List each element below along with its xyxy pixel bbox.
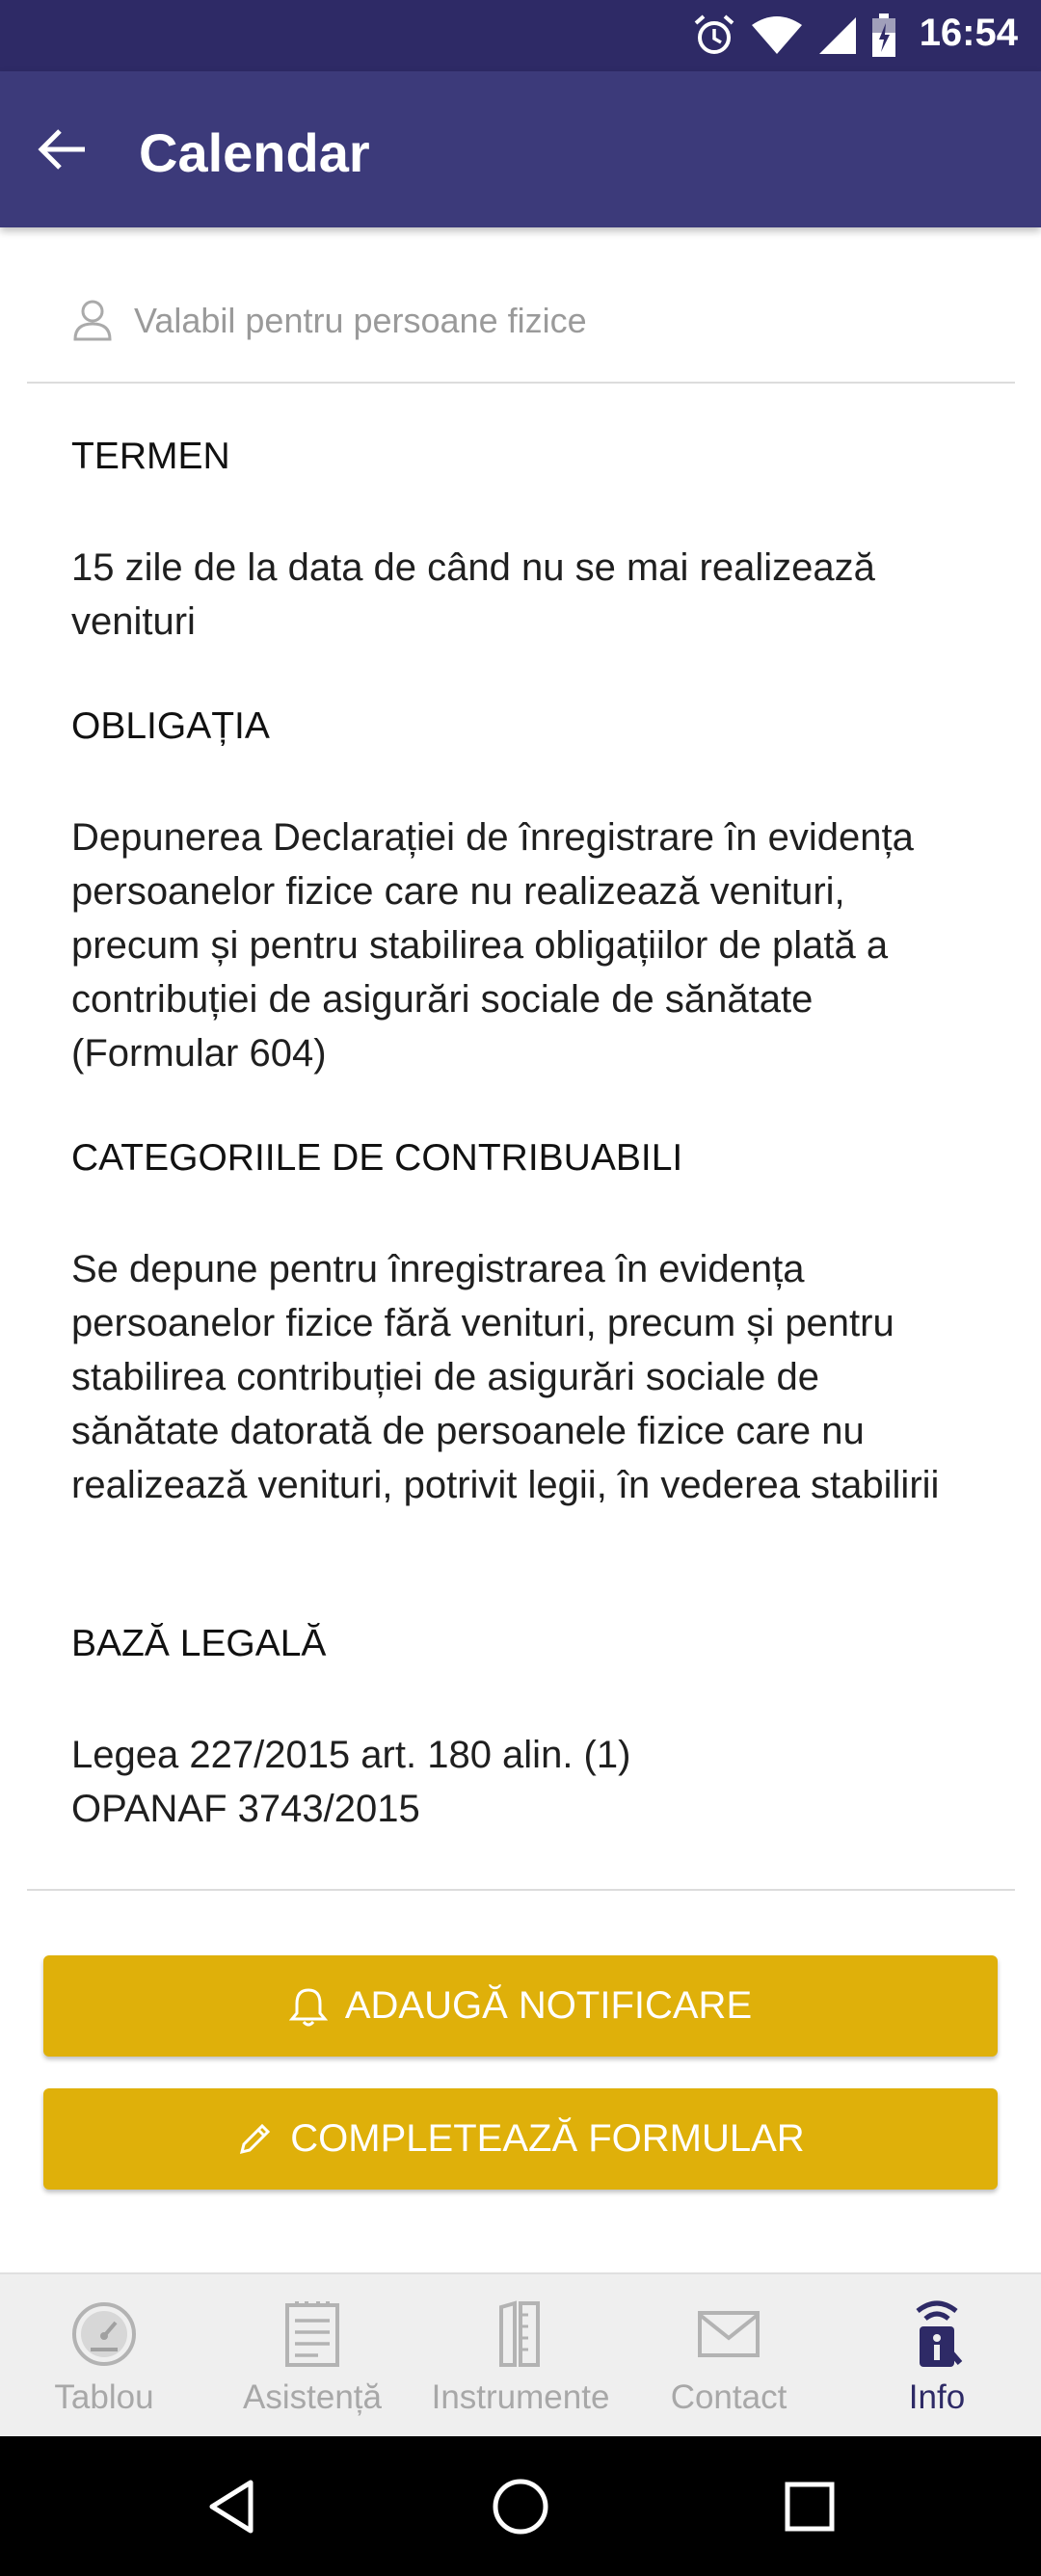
fill-form-label: COMPLETEAZĂ FORMULAR — [290, 2117, 805, 2160]
section-text-baza-legala: Legea 227/2015 art. 180 alin. (1) OPANAF… — [71, 1728, 977, 1836]
nav-label: Info — [908, 2378, 966, 2416]
nav-label: Instrumente — [431, 2378, 610, 2416]
page-title: Calendar — [139, 122, 370, 183]
add-notification-label: ADAUGĂ NOTIFICARE — [344, 1984, 753, 2027]
app-bar: Calendar — [0, 71, 1041, 227]
nav-label: Tablou — [54, 2378, 154, 2416]
pencil-icon — [240, 2123, 271, 2154]
section-heading-baza-legala: BAZĂ LEGALĂ — [71, 1623, 327, 1664]
status-bar: 16:54 — [0, 0, 1041, 71]
fill-form-button[interactable]: COMPLETEAZĂ FORMULAR — [43, 2088, 998, 2190]
signal-icon — [819, 17, 856, 54]
divider — [27, 1889, 1015, 1891]
nav-item-asistenta[interactable]: Asistență — [208, 2274, 416, 2438]
nav-label: Contact — [670, 2378, 787, 2416]
nav-item-info[interactable]: Info — [833, 2274, 1041, 2438]
system-navigation-bar — [0, 2436, 1041, 2576]
dashboard-icon — [72, 2302, 136, 2366]
nav-item-contact[interactable]: Contact — [625, 2274, 833, 2438]
nav-item-tablou[interactable]: Tablou — [0, 2274, 208, 2438]
status-time: 16:54 — [919, 12, 1018, 54]
clipboard-icon — [285, 2301, 339, 2367]
alarm-icon — [694, 14, 734, 54]
section-heading-categorii: CATEGORIILE DE CONTRIBUABILI — [71, 1137, 683, 1179]
section-heading-termen: TERMEN — [71, 436, 230, 477]
applicability-row: Valabil pentru persoane fizice — [27, 285, 1015, 384]
applicability-text: Valabil pentru persoane fizice — [134, 301, 587, 340]
section-text-termen: 15 zile de la data de când nu se mai rea… — [71, 546, 875, 643]
battery-icon — [872, 13, 895, 57]
home-circle-icon[interactable] — [491, 2477, 550, 2536]
legal-line: Legea 227/2015 art. 180 alin. (1) — [71, 1734, 631, 1776]
back-triangle-icon[interactable] — [202, 2477, 262, 2536]
bottom-navigation: Tablou Asistență Instrumente Contact Inf… — [0, 2272, 1041, 2438]
nav-label: Asistență — [243, 2378, 382, 2416]
section-text-obligatia: Depunerea Declarației de înregistrare în… — [71, 816, 914, 1075]
status-icons — [692, 13, 896, 58]
mail-icon — [698, 2311, 760, 2357]
info-icon — [916, 2300, 963, 2367]
recents-square-icon[interactable] — [780, 2477, 840, 2536]
arrow-back-icon — [38, 129, 85, 170]
wifi-icon — [752, 16, 802, 54]
section-text-categorii: Se depune pentru înregistrarea în eviden… — [71, 1248, 940, 1506]
legal-line: OPANAF 3743/2015 — [71, 1788, 420, 1830]
back-button[interactable] — [37, 127, 89, 172]
tools-icon — [499, 2300, 540, 2367]
person-icon — [73, 300, 112, 341]
section-heading-obligatia: OBLIGAȚIA — [71, 705, 270, 747]
bell-icon — [288, 1987, 328, 2026]
add-notification-button[interactable]: ADAUGĂ NOTIFICARE — [43, 1955, 998, 2057]
nav-item-instrumente[interactable]: Instrumente — [416, 2274, 625, 2438]
